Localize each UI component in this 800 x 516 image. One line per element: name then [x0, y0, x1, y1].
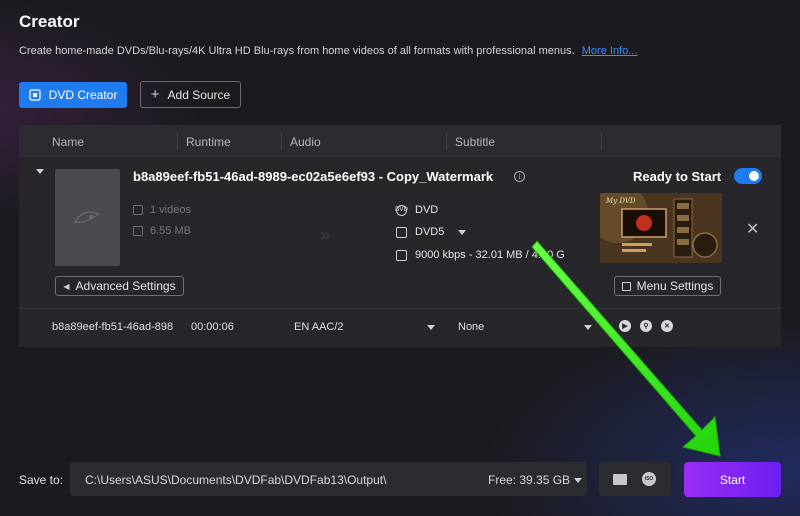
annotation-arrow	[531, 240, 721, 457]
annotation-arrow-shape	[531, 240, 721, 457]
